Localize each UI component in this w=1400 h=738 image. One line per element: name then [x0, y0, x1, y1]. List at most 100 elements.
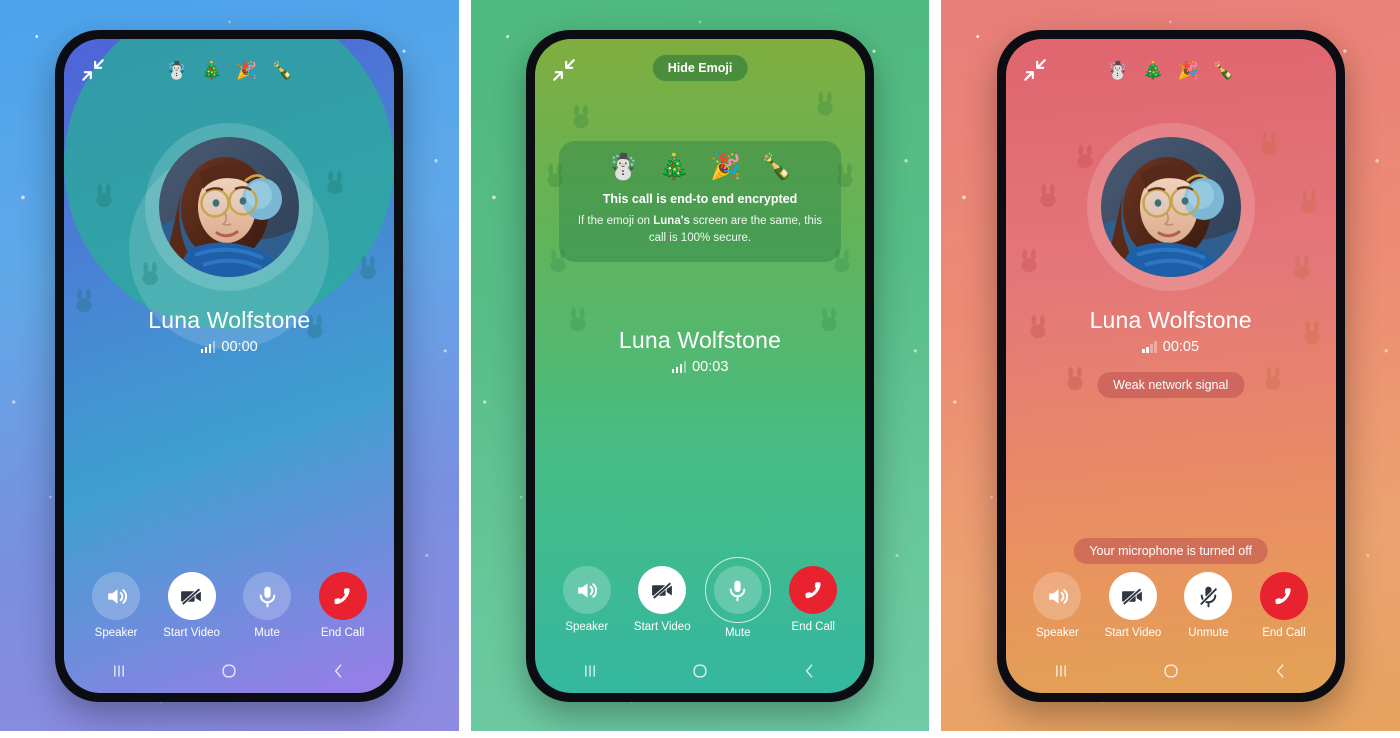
contact-name: Luna Wolfstone [148, 307, 311, 333]
mute-button[interactable]: Mute [232, 572, 302, 639]
weak-signal-badge: Weak network signal [1097, 372, 1245, 398]
minimize-icon[interactable] [80, 57, 106, 83]
call-controls: Speaker Start Video Unmute End Call [1006, 572, 1336, 639]
signal-bars-icon [671, 361, 687, 373]
speaker-button[interactable]: Speaker [1022, 572, 1092, 639]
panel-encryption: Hide Emoji ☃️ 🎄 🎉 🍾 This call is end-to … [470, 0, 930, 731]
call-timer: 00:05 [1006, 339, 1336, 355]
panel-muted-weak-signal: ☃️ 🎄 🎉 🍾 Luna Wolfstone 00:05 Weak netwo… [941, 0, 1400, 731]
emoji-2: 🎉 [1177, 60, 1199, 80]
end-call-label: End Call [1262, 627, 1306, 639]
mic-icon [243, 572, 292, 620]
bunny-icon [1016, 248, 1042, 274]
android-navbar [64, 649, 394, 693]
signal-bars-icon [1142, 341, 1157, 353]
start-video-label: Start Video [633, 621, 691, 633]
mic-off-icon [1184, 572, 1233, 620]
start-video-button[interactable]: Start Video [627, 566, 697, 633]
speaker-icon [92, 572, 141, 620]
back-icon[interactable] [787, 656, 833, 686]
speaker-button[interactable]: Speaker [552, 566, 622, 633]
bunny-icon [1260, 366, 1286, 392]
end-call-label: End Call [791, 621, 835, 633]
emoji-1: 🎄 [201, 60, 223, 80]
minimize-icon[interactable] [551, 57, 577, 83]
emoji-row[interactable]: ☃️ 🎄 🎉 🍾 [1048, 62, 1294, 79]
contact-name: Luna Wolfstone [618, 327, 782, 353]
bunny-icon [1062, 366, 1088, 392]
emoji-2: 🎉 [710, 153, 742, 181]
focus-ring [704, 557, 771, 623]
emoji-3: 🍾 [1212, 60, 1235, 80]
start-video-button[interactable]: Start Video [157, 572, 227, 639]
encryption-subtitle-name: Luna's [653, 215, 690, 227]
back-icon[interactable] [1258, 656, 1304, 686]
start-video-label: Start Video [1104, 627, 1162, 639]
phone-frame: ☃️ 🎄 🎉 🍾 [996, 30, 1345, 702]
call-screen: ☃️ 🎄 🎉 🍾 [64, 39, 395, 693]
panel-connecting: ☃️ 🎄 🎉 🍾 Luna Wolfstone 00:00 Speaker St… [0, 0, 459, 731]
avatar-photo [159, 137, 300, 277]
encryption-title: This call is end-to end encrypted [602, 192, 798, 206]
speaker-label: Speaker [1036, 627, 1079, 639]
phone-frame: ☃️ 🎄 🎉 🍾 [55, 30, 404, 702]
mute-label: Mute [254, 627, 280, 639]
signal-bars-icon [200, 341, 216, 353]
call-screen: ☃️ 🎄 🎉 🍾 [1005, 39, 1336, 693]
call-timer: 00:00 [64, 339, 394, 355]
end-call-icon [789, 566, 838, 614]
mute-button[interactable]: Mute [703, 557, 773, 639]
emoji-0: ☃️ [1107, 60, 1129, 80]
emoji-0: ☃️ [165, 60, 188, 80]
avatar [145, 123, 314, 291]
hide-emoji-button[interactable]: Hide Emoji [652, 55, 748, 81]
android-navbar [535, 649, 865, 693]
emoji-1: 🎄 [1142, 60, 1164, 80]
end-call-icon [1259, 572, 1308, 620]
emoji-0: ☃️ [607, 153, 639, 181]
video-off-icon [1108, 572, 1157, 620]
encryption-subtitle: If the emoji on Luna's screen are the sa… [573, 213, 827, 246]
emoji-row[interactable]: ☃️ 🎄 🎉 🍾 [106, 62, 352, 79]
speaker-button[interactable]: Speaker [81, 572, 151, 639]
avatar [1086, 123, 1255, 291]
video-off-icon [167, 572, 216, 620]
emoji-2: 🎉 [236, 60, 258, 80]
speaker-icon [1033, 572, 1082, 620]
timer-value: 00:03 [692, 359, 729, 375]
end-call-button[interactable]: End Call [1249, 572, 1319, 639]
recents-icon[interactable] [567, 656, 613, 686]
unmute-button[interactable]: Unmute [1173, 572, 1243, 639]
bunny-icon [1035, 183, 1061, 209]
mic-off-toast: Your microphone is turned off [1073, 538, 1268, 564]
end-call-label: End Call [320, 627, 365, 639]
encryption-subtitle-before: If the emoji on [577, 215, 654, 227]
timer-value: 00:00 [221, 339, 258, 355]
home-icon[interactable] [206, 656, 252, 686]
back-icon[interactable] [316, 656, 362, 686]
recents-icon[interactable] [1038, 656, 1084, 686]
mute-label: Mute [724, 627, 751, 639]
emoji-3: 🍾 [761, 153, 793, 181]
phone-mockup-stage: ☃️ 🎄 🎉 🍾 Luna Wolfstone 00:00 Speaker St… [0, 0, 1400, 738]
start-video-label: Start Video [163, 627, 220, 639]
bunny-icon [1256, 131, 1282, 157]
emoji-3: 🍾 [271, 60, 293, 80]
bunny-icon [1072, 144, 1098, 170]
call-controls: Speaker Start Video Mute End Call [535, 557, 865, 639]
unmute-label: Unmute [1188, 627, 1229, 639]
recents-icon[interactable] [96, 656, 142, 686]
bunny-icon [1289, 255, 1315, 281]
home-icon[interactable] [1148, 656, 1194, 686]
minimize-icon[interactable] [1022, 57, 1048, 83]
bunny-icon [568, 104, 594, 130]
end-call-button[interactable]: End Call [778, 566, 848, 633]
speaker-label: Speaker [94, 627, 138, 639]
end-call-button[interactable]: End Call [308, 572, 378, 639]
home-icon[interactable] [677, 656, 723, 686]
call-screen: Hide Emoji ☃️ 🎄 🎉 🍾 This call is end-to … [535, 39, 865, 693]
encryption-emoji-row: ☃️ 🎄 🎉 🍾 [573, 155, 827, 180]
start-video-button[interactable]: Start Video [1098, 572, 1168, 639]
call-timer: 00:03 [535, 359, 865, 375]
call-top-bar: ☃️ 🎄 🎉 🍾 [1006, 39, 1336, 101]
